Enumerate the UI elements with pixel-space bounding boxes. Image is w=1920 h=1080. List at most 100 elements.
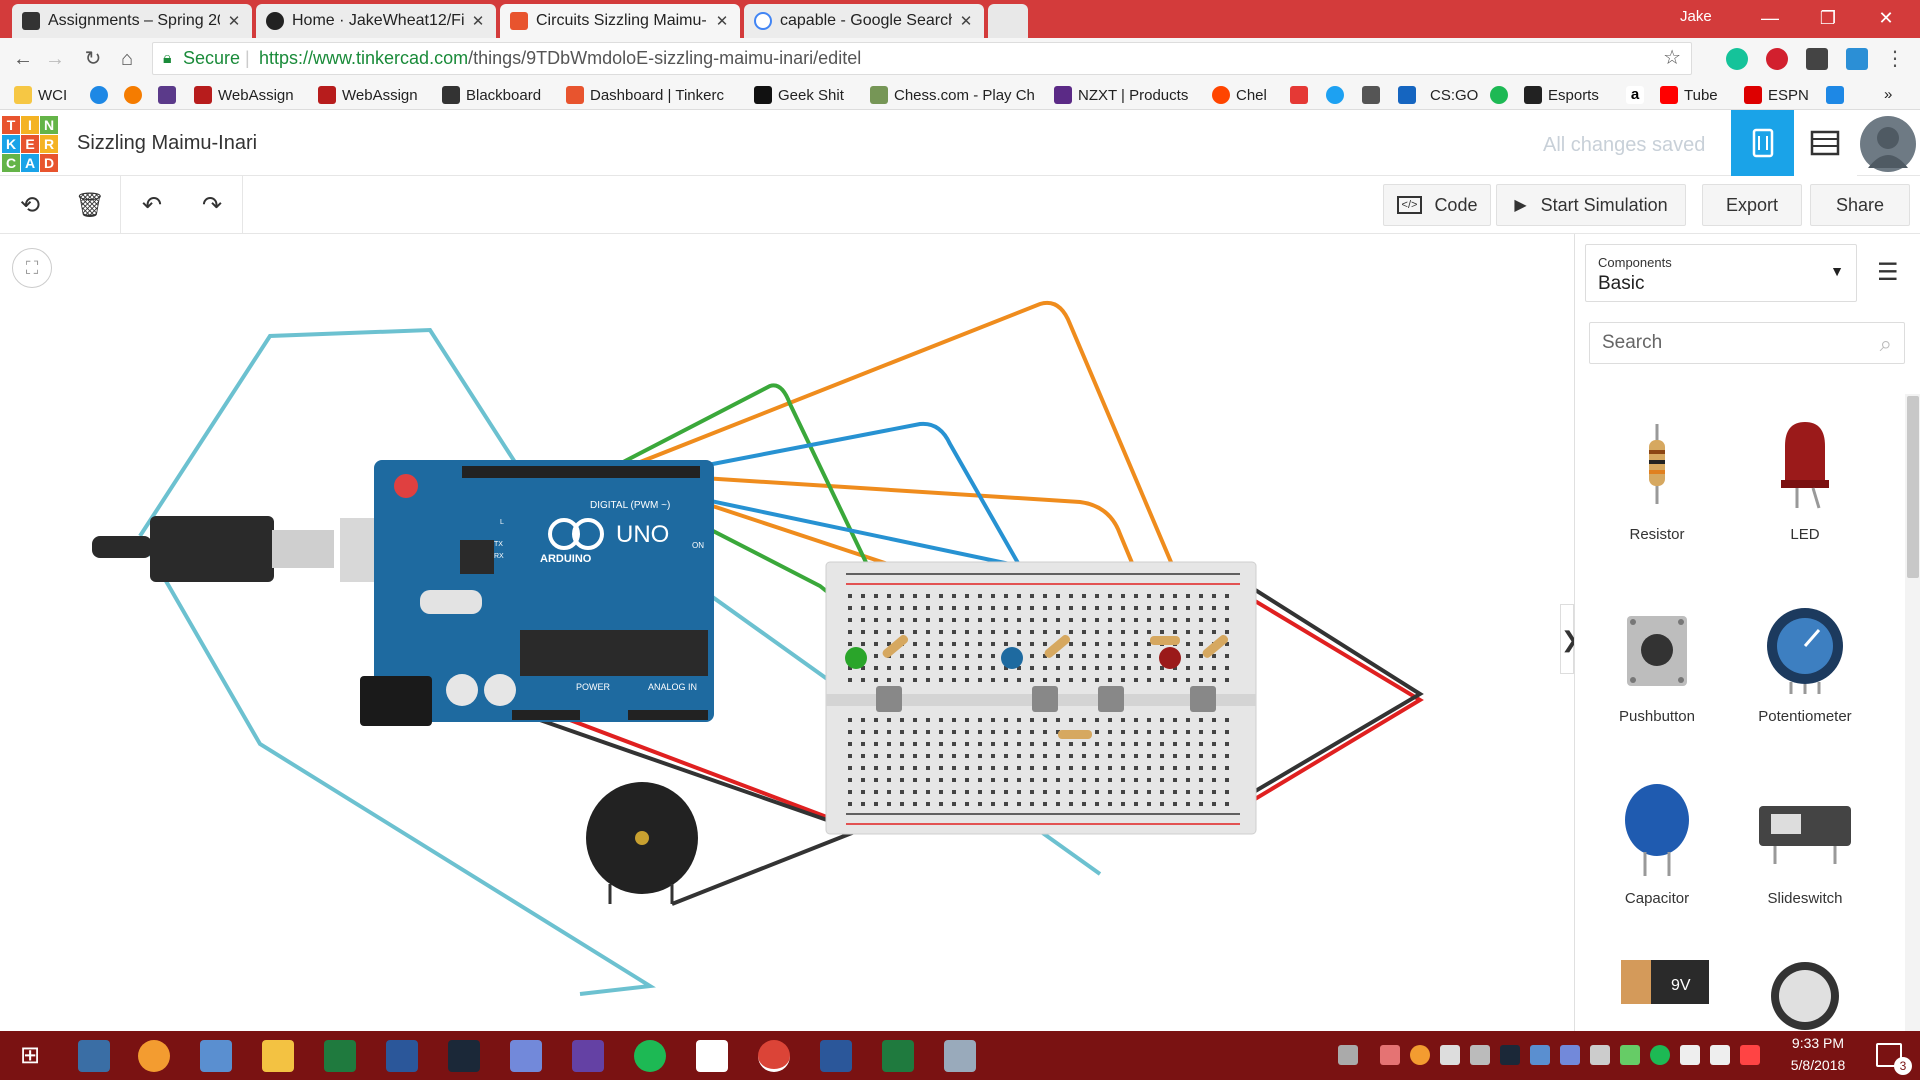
breadboard-hole[interactable]: [1030, 730, 1034, 734]
pushbutton[interactable]: [876, 686, 902, 712]
pushbutton[interactable]: [1032, 686, 1058, 712]
breadboard-hole[interactable]: [861, 790, 865, 794]
bookmark-misc-2[interactable]: [1362, 86, 1386, 104]
export-button[interactable]: Export: [1702, 184, 1802, 226]
breadboard-hole[interactable]: [991, 790, 995, 794]
breadboard-hole[interactable]: [887, 790, 891, 794]
breadboard-hole[interactable]: [1225, 630, 1229, 634]
breadboard-hole[interactable]: [1147, 754, 1151, 758]
breadboard-hole[interactable]: [900, 678, 904, 682]
breadboard-hole[interactable]: [1095, 666, 1099, 670]
breadboard-hole[interactable]: [991, 606, 995, 610]
breadboard-hole[interactable]: [1173, 630, 1177, 634]
breadboard-hole[interactable]: [1082, 778, 1086, 782]
bookmark-app[interactable]: [158, 86, 182, 104]
breadboard-hole[interactable]: [1134, 642, 1138, 646]
breadboard-hole[interactable]: [1082, 618, 1086, 622]
breadboard-hole[interactable]: [1134, 742, 1138, 746]
breadboard-hole[interactable]: [1160, 594, 1164, 598]
breadboard-hole[interactable]: [939, 618, 943, 622]
breadboard-hole[interactable]: [926, 654, 930, 658]
breadboard-hole[interactable]: [900, 666, 904, 670]
breadboard-hole[interactable]: [848, 718, 852, 722]
list-view-icon[interactable]: ☰: [1877, 258, 1899, 287]
breadboard-hole[interactable]: [1134, 654, 1138, 658]
breadboard-hole[interactable]: [1199, 790, 1203, 794]
battery-icon[interactable]: [1680, 1045, 1700, 1065]
breadboard-hole[interactable]: [1004, 754, 1008, 758]
breadboard-hole[interactable]: [1121, 606, 1125, 610]
tray-app-icon[interactable]: [1410, 1045, 1430, 1065]
breadboard-hole[interactable]: [1095, 606, 1099, 610]
breadboard-hole[interactable]: [978, 754, 982, 758]
breadboard-hole[interactable]: [861, 766, 865, 770]
breadboard-hole[interactable]: [1030, 594, 1034, 598]
breadboard-hole[interactable]: [1212, 754, 1216, 758]
tab-assignments[interactable]: Assignments – Spring 20 ✕: [12, 4, 252, 38]
breadboard-hole[interactable]: [1017, 802, 1021, 806]
breadboard-hole[interactable]: [1147, 730, 1151, 734]
breadboard-hole[interactable]: [965, 766, 969, 770]
breadboard-hole[interactable]: [861, 802, 865, 806]
breadboard-hole[interactable]: [861, 678, 865, 682]
undo-icon[interactable]: ↶: [136, 190, 168, 222]
breadboard-hole[interactable]: [1043, 790, 1047, 794]
breadboard-hole[interactable]: [913, 802, 917, 806]
spotify-icon[interactable]: [634, 1040, 666, 1072]
breadboard-hole[interactable]: [1069, 778, 1073, 782]
breadboard-hole[interactable]: [1134, 666, 1138, 670]
breadboard-hole[interactable]: [991, 802, 995, 806]
breadboard-hole[interactable]: [1199, 766, 1203, 770]
breadboard-hole[interactable]: [991, 630, 995, 634]
breadboard-hole[interactable]: [1056, 594, 1060, 598]
breadboard-hole[interactable]: [1134, 718, 1138, 722]
breadboard-hole[interactable]: [1147, 678, 1151, 682]
breadboard-hole[interactable]: [926, 754, 930, 758]
breadboard-hole[interactable]: [965, 618, 969, 622]
breadboard-hole[interactable]: [848, 594, 852, 598]
breadboard-hole[interactable]: [913, 754, 917, 758]
breadboard-hole[interactable]: [926, 718, 930, 722]
breadboard-hole[interactable]: [1160, 618, 1164, 622]
breadboard-hole[interactable]: [1095, 594, 1099, 598]
discord-icon[interactable]: [510, 1040, 542, 1072]
breadboard-hole[interactable]: [913, 678, 917, 682]
breadboard-hole[interactable]: [848, 730, 852, 734]
twitch-icon[interactable]: [572, 1040, 604, 1072]
breadboard-hole[interactable]: [887, 802, 891, 806]
breadboard-hole[interactable]: [1108, 678, 1112, 682]
breadboard-hole[interactable]: [1160, 790, 1164, 794]
breadboard-hole[interactable]: [965, 666, 969, 670]
breadboard-hole[interactable]: [1004, 802, 1008, 806]
breadboard-hole[interactable]: [1004, 630, 1008, 634]
component-led[interactable]: LED: [1735, 404, 1875, 564]
breadboard-hole[interactable]: [887, 606, 891, 610]
breadboard-hole[interactable]: [848, 606, 852, 610]
breadboard-hole[interactable]: [1108, 778, 1112, 782]
breadboard-hole[interactable]: [1082, 718, 1086, 722]
breadboard-hole[interactable]: [1030, 718, 1034, 722]
breadboard-hole[interactable]: [874, 606, 878, 610]
search-input[interactable]: [1590, 323, 1904, 363]
breadboard-hole[interactable]: [952, 666, 956, 670]
breadboard-hole[interactable]: [939, 754, 943, 758]
breadboard-hole[interactable]: [1212, 654, 1216, 658]
breadboard-hole[interactable]: [965, 790, 969, 794]
breadboard-hole[interactable]: [965, 594, 969, 598]
breadboard-hole[interactable]: [926, 678, 930, 682]
breadboard-hole[interactable]: [1134, 790, 1138, 794]
breadboard-hole[interactable]: [978, 778, 982, 782]
breadboard-hole[interactable]: [1095, 730, 1099, 734]
breadboard-hole[interactable]: [887, 630, 891, 634]
bookmark-geek[interactable]: Geek Shit: [754, 86, 844, 104]
breadboard-hole[interactable]: [1212, 630, 1216, 634]
breadboard-hole[interactable]: [1199, 606, 1203, 610]
people-icon[interactable]: [1338, 1045, 1358, 1065]
breadboard-hole[interactable]: [1199, 630, 1203, 634]
breadboard-hole[interactable]: [1186, 802, 1190, 806]
breadboard-hole[interactable]: [991, 678, 995, 682]
breadboard-hole[interactable]: [1134, 802, 1138, 806]
breadboard-hole[interactable]: [1095, 742, 1099, 746]
breadboard-hole[interactable]: [1030, 778, 1034, 782]
breadboard-hole[interactable]: [978, 594, 982, 598]
